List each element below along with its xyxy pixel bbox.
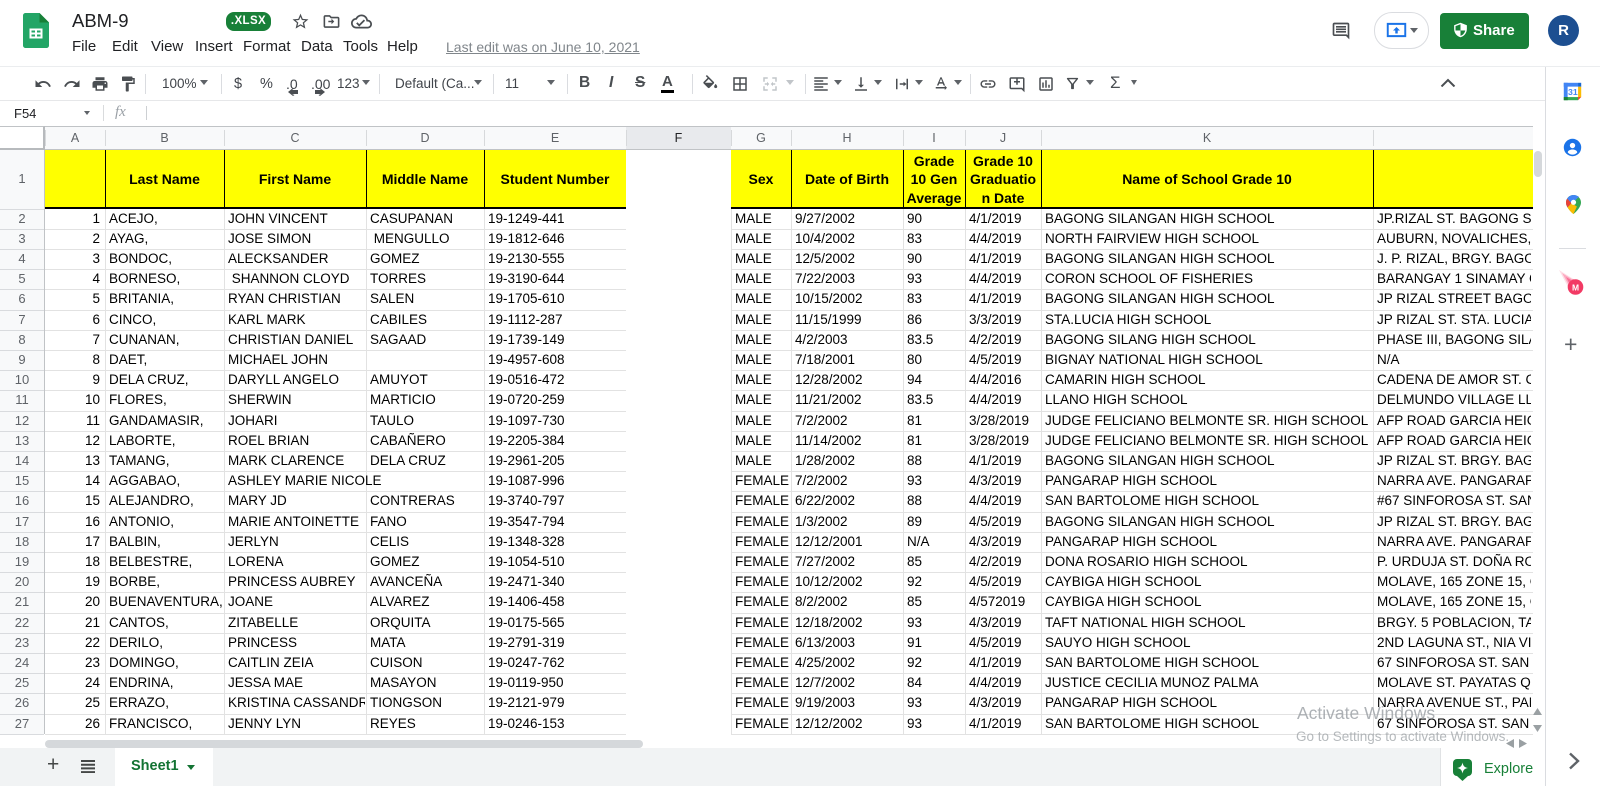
svg-text:M: M (1572, 283, 1579, 293)
svg-text:31: 31 (1568, 87, 1578, 97)
